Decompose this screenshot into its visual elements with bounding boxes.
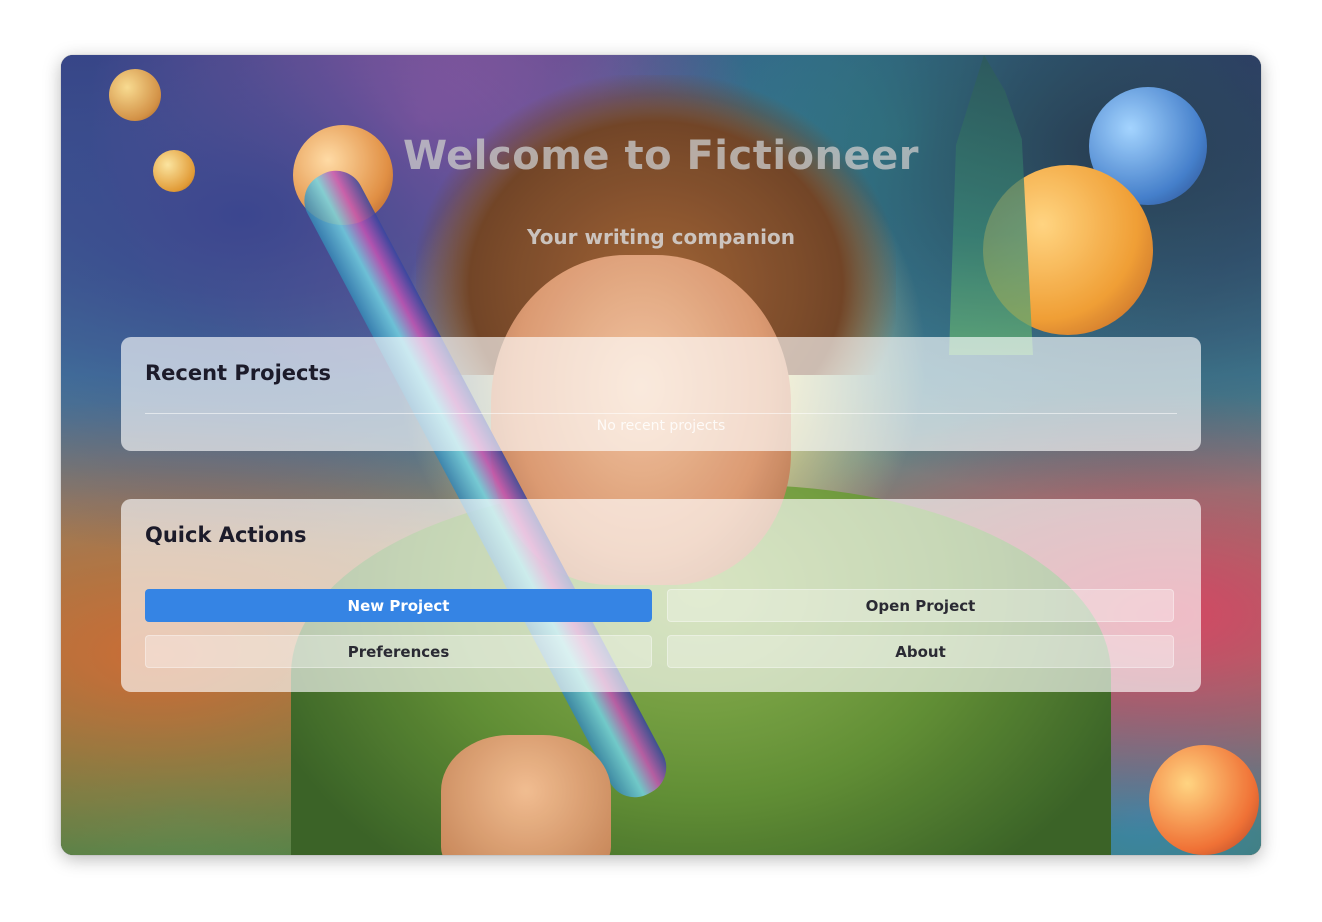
preferences-button[interactable]: Preferences [145, 635, 652, 668]
welcome-window: Welcome to Fictioneer Your writing compa… [61, 55, 1261, 855]
recent-projects-heading: Recent Projects [145, 361, 332, 385]
page-subtitle: Your writing companion [527, 225, 795, 249]
welcome-content: Welcome to Fictioneer Your writing compa… [61, 55, 1261, 855]
quick-actions-panel: Quick Actions New Project Open Project P… [121, 499, 1201, 692]
quick-actions-heading: Quick Actions [145, 523, 307, 547]
recent-projects-panel: Recent Projects No recent projects [121, 337, 1201, 451]
page-title: Welcome to Fictioneer [402, 133, 919, 179]
empty-state-text: No recent projects [596, 418, 726, 434]
about-button[interactable]: About [667, 635, 1174, 668]
new-project-button[interactable]: New Project [145, 589, 652, 622]
recent-projects-list: No recent projects [145, 413, 1177, 440]
open-project-button[interactable]: Open Project [667, 589, 1174, 622]
